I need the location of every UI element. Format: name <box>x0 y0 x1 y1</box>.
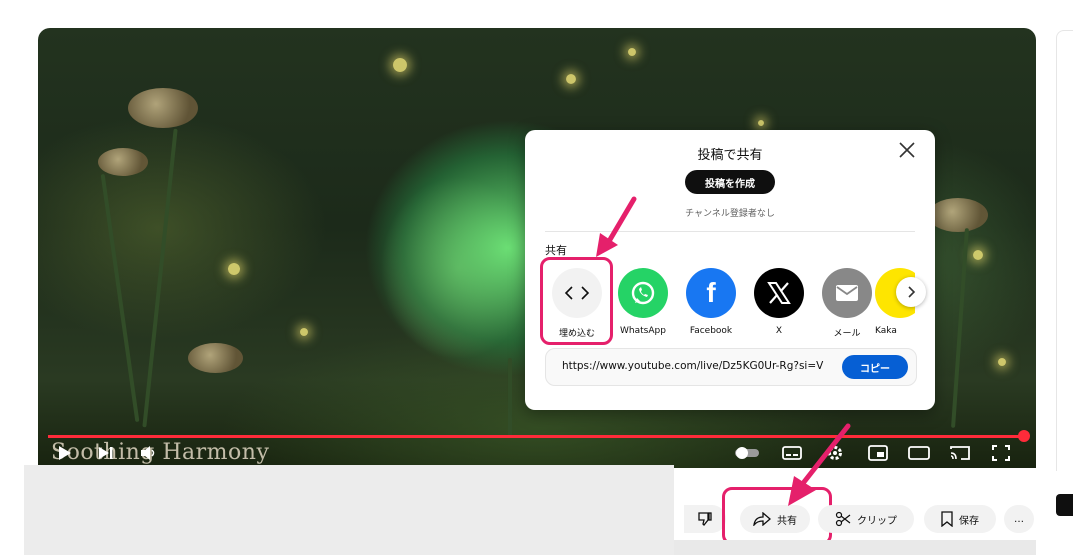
whatsapp-icon <box>618 268 668 318</box>
cast-button[interactable] <box>950 443 970 463</box>
annotation-arrow-share <box>788 423 851 506</box>
clip-button-label: クリップ <box>857 515 897 527</box>
next-icon <box>99 447 113 459</box>
firefly-glow <box>228 263 240 275</box>
thumbs-down-icon <box>698 512 712 526</box>
top-margin <box>0 0 1073 10</box>
facebook-icon: f <box>686 268 736 318</box>
share-option-label: Kaka <box>875 326 897 336</box>
firefly-glow <box>300 328 308 336</box>
dislike-button[interactable] <box>684 505 726 533</box>
share-option-facebook[interactable]: f Facebook <box>679 268 743 336</box>
theater-icon <box>908 446 930 460</box>
copy-button[interactable]: コピー <box>842 355 908 379</box>
share-option-label: Facebook <box>689 326 733 336</box>
share-option-email[interactable]: メール <box>815 268 879 339</box>
plant-stem <box>142 128 178 428</box>
share-url-text[interactable]: https://www.youtube.com/live/Dz5KG0Ur-Rg… <box>562 360 834 372</box>
firefly-glow <box>566 74 576 84</box>
share-dialog-title: 投稿で共有 <box>697 148 763 163</box>
miniplayer-icon <box>868 445 888 461</box>
close-icon <box>899 142 915 158</box>
right-sidebar-chip[interactable] <box>1056 494 1073 516</box>
fullscreen-icon <box>992 445 1010 461</box>
embed-highlight-box <box>540 257 613 345</box>
video-title-overlay: Soothing Harmony <box>51 440 270 465</box>
create-post-button[interactable]: 投稿を作成 <box>685 170 775 194</box>
mail-icon <box>822 268 872 318</box>
clip-button[interactable]: クリップ <box>818 505 914 533</box>
volume-button[interactable] <box>140 443 158 463</box>
flower-head <box>928 198 988 232</box>
save-button-label: 保存 <box>959 515 979 527</box>
right-sidebar-edge <box>1056 30 1073 471</box>
share-option-x[interactable]: X <box>747 268 811 336</box>
next-button[interactable] <box>98 443 114 463</box>
save-button[interactable]: 保存 <box>924 505 996 533</box>
fullscreen-button[interactable] <box>992 443 1010 463</box>
plant-stem <box>100 173 140 423</box>
more-actions-button[interactable]: … <box>1004 505 1034 533</box>
plant-stem <box>951 228 969 428</box>
cast-icon <box>950 446 970 460</box>
subscriber-count-text: チャンネル登録者なし <box>685 209 775 219</box>
share-url-field[interactable]: https://www.youtube.com/live/Dz5KG0Ur-Rg… <box>545 348 917 386</box>
firefly-glow <box>393 58 407 72</box>
share-heading: 共有 <box>545 244 567 257</box>
firefly-glow <box>973 250 983 260</box>
firefly-glow <box>998 358 1006 366</box>
flower-head <box>128 88 198 128</box>
description-placeholder <box>24 465 674 555</box>
theater-mode-button[interactable] <box>908 443 930 463</box>
share-option-label: メール <box>833 329 861 339</box>
firefly-glow <box>758 120 764 126</box>
play-button[interactable] <box>58 443 72 463</box>
plant-stem <box>508 358 512 438</box>
annotation-arrow-embed <box>596 196 637 257</box>
share-option-label: WhatsApp <box>620 326 666 336</box>
flower-head <box>98 148 148 176</box>
share-option-label: X <box>775 326 783 336</box>
autoplay-toggle-icon <box>735 447 759 459</box>
autoplay-toggle[interactable] <box>734 443 760 463</box>
progress-bar[interactable] <box>48 435 1026 438</box>
bottom-strip <box>674 540 1036 555</box>
flower-head <box>188 343 243 373</box>
chevron-right-icon <box>908 286 916 298</box>
x-icon <box>754 268 804 318</box>
scissors-icon <box>835 511 851 527</box>
scroll-right-button[interactable] <box>896 277 926 307</box>
play-icon <box>59 446 71 460</box>
share-option-whatsapp[interactable]: WhatsApp <box>611 268 675 336</box>
progress-scrubber[interactable] <box>1018 430 1030 442</box>
close-button[interactable] <box>895 138 919 162</box>
bookmark-icon <box>941 511 953 527</box>
more-icon: … <box>1014 513 1024 525</box>
volume-icon <box>141 446 155 460</box>
miniplayer-button[interactable] <box>868 443 888 463</box>
firefly-glow <box>628 48 636 56</box>
